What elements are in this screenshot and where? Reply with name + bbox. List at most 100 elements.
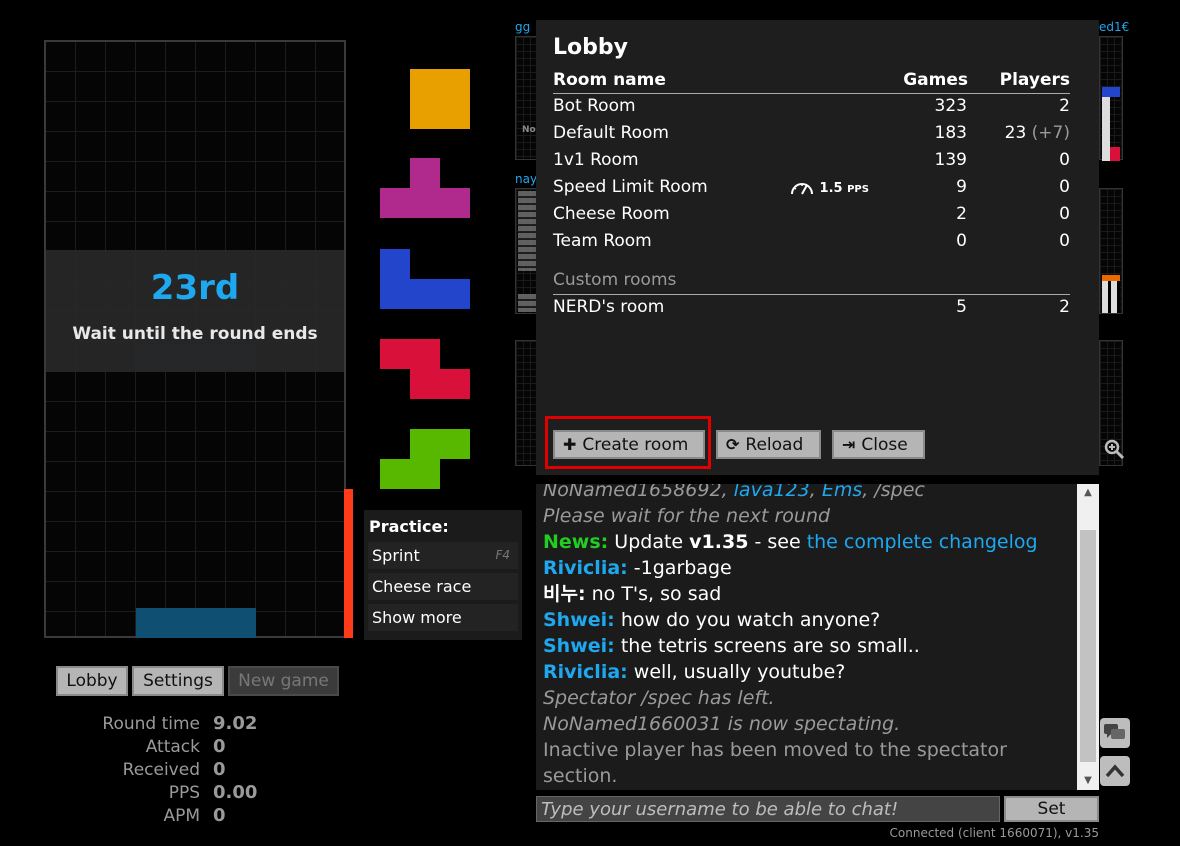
room-games: 139 xyxy=(934,150,967,170)
exit-icon: ⇥ xyxy=(842,435,856,454)
next-queue xyxy=(380,68,472,492)
lobby-dialog: Lobby Room name Games Players Bot Room 3… xyxy=(536,20,1099,475)
spectator-label: No xyxy=(522,125,536,135)
chat-line: Spectator /spec has left. xyxy=(543,687,775,709)
practice-item-label: Cheese race xyxy=(372,577,472,596)
column-games: Games xyxy=(903,70,968,90)
room-games: 2 xyxy=(956,204,967,224)
room-row[interactable]: Cheese Room 2 0 xyxy=(553,204,1070,231)
reload-label: Reload xyxy=(745,435,804,455)
header-divider xyxy=(553,93,1070,94)
scroll-down-arrow[interactable]: ▼ xyxy=(1077,772,1099,790)
chat-author[interactable]: Shwei xyxy=(543,609,607,631)
shortcut-key: F4 xyxy=(495,548,510,562)
wait-message: Wait until the round ends xyxy=(72,324,318,344)
lobby-title: Lobby xyxy=(553,35,628,60)
chat-bubble-icon[interactable] xyxy=(1100,718,1130,748)
settings-button[interactable]: Settings xyxy=(132,666,224,696)
reload-button[interactable]: ⟳ Reload xyxy=(716,430,821,459)
scroll-thumb[interactable] xyxy=(1080,530,1096,762)
room-name: Bot Room xyxy=(553,96,636,116)
chat-line: Please wait for the next round xyxy=(543,505,831,527)
connection-status: Connected (client 1660071), v1.35 xyxy=(889,826,1099,840)
stat-value: 0 xyxy=(213,736,226,757)
zoom-icon[interactable] xyxy=(1103,438,1125,465)
room-players: 0 xyxy=(1059,231,1070,251)
chat-author[interactable]: Shwei xyxy=(543,635,607,657)
player-link[interactable]: Ems xyxy=(822,484,862,501)
room-games: 9 xyxy=(956,177,967,197)
chat-lines: NoNamed1658692, lava123, Ems, /spec Plea… xyxy=(543,484,1073,789)
practice-item-label: Sprint xyxy=(372,546,420,565)
practice-show-more[interactable]: Show more xyxy=(368,604,518,631)
room-name: NERD's room xyxy=(553,297,665,317)
room-players: 0 xyxy=(1059,150,1070,170)
stat-label: PPS xyxy=(168,783,200,803)
chat-author: News xyxy=(543,531,601,553)
room-row[interactable]: Speed Limit Room 1.5 PPS 9 0 xyxy=(553,177,1070,204)
room-row[interactable]: 1v1 Room 139 0 xyxy=(553,150,1070,177)
column-players: Players xyxy=(999,70,1070,90)
spectator-board[interactable] xyxy=(1099,188,1123,314)
practice-item-label: Show more xyxy=(372,608,462,627)
room-row[interactable]: Default Room 183 23 (+7) xyxy=(553,123,1070,150)
active-piece xyxy=(136,608,256,638)
chat-input[interactable] xyxy=(536,796,1000,822)
stat-value: 0 xyxy=(213,805,226,826)
chat-author[interactable]: Riviclia xyxy=(543,557,620,579)
stat-label: APM xyxy=(163,806,200,826)
garbage-meter xyxy=(344,489,353,638)
practice-cheese-race[interactable]: Cheese race xyxy=(368,573,518,600)
chat-line: Shwei: the tetris screens are so small.. xyxy=(543,635,920,657)
create-room-label: Create room xyxy=(582,435,689,455)
new-game-button[interactable]: New game xyxy=(228,666,339,696)
changelog-link[interactable]: the complete changelog xyxy=(807,531,1038,553)
room-players: 0 xyxy=(1059,204,1070,224)
spectator-board[interactable] xyxy=(1099,36,1123,161)
room-games: 183 xyxy=(934,123,967,143)
room-games: 5 xyxy=(956,297,967,317)
custom-room-row[interactable]: NERD's room 5 2 xyxy=(553,297,1070,324)
spectator-name: ed1€ xyxy=(1099,20,1130,34)
room-name: Speed Limit Room xyxy=(553,177,708,197)
chat-scrollbar[interactable]: ▲ ▼ xyxy=(1077,484,1099,790)
garbage-stack xyxy=(1102,97,1110,161)
stat-label: Received xyxy=(122,760,200,780)
lobby-button[interactable]: Lobby xyxy=(56,666,128,696)
pps-limit: 1.5 PPS xyxy=(789,179,869,196)
stat-value: 0.00 xyxy=(213,782,258,803)
practice-title: Practice: xyxy=(369,517,449,536)
scroll-up-arrow[interactable]: ▲ xyxy=(1077,484,1099,502)
plus-icon: ✚ xyxy=(563,435,577,454)
placement-text: 23rd xyxy=(150,268,240,308)
set-username-button[interactable]: Set xyxy=(1004,796,1099,822)
chat-author[interactable]: Riviclia xyxy=(543,661,620,683)
chat-line: News: Update v1.35 - see the complete ch… xyxy=(543,531,1038,553)
spectator-name: gg xyxy=(515,20,531,34)
spectator-name: nay xyxy=(515,172,538,186)
custom-divider xyxy=(553,294,1070,295)
chevron-up-icon[interactable] xyxy=(1100,756,1130,786)
stat-label: Attack xyxy=(145,737,200,757)
player-link[interactable]: lava123 xyxy=(734,484,810,501)
players-count: 23 xyxy=(1004,123,1027,143)
round-result-overlay: 23rd Wait until the round ends xyxy=(46,250,344,372)
practice-panel: Practice: Sprint F4 Cheese race Show mor… xyxy=(364,510,522,640)
stat-value: 0 xyxy=(213,759,226,780)
room-row[interactable]: Team Room 0 0 xyxy=(553,231,1070,258)
room-name: Cheese Room xyxy=(553,204,670,224)
custom-rooms-label: Custom rooms xyxy=(553,270,677,290)
chat-author[interactable]: 비누 xyxy=(543,583,578,605)
column-room-name: Room name xyxy=(553,70,666,90)
garbage-stack xyxy=(1102,281,1120,313)
practice-sprint[interactable]: Sprint F4 xyxy=(368,542,518,569)
pps-unit: PPS xyxy=(847,184,869,195)
speedometer-icon xyxy=(791,183,813,195)
room-name: Default Room xyxy=(553,123,669,143)
room-players: 0 xyxy=(1059,177,1070,197)
garbage-stack xyxy=(518,191,536,271)
close-button[interactable]: ⇥ Close xyxy=(832,430,925,459)
room-games: 323 xyxy=(934,96,967,116)
create-room-button[interactable]: ✚ Create room xyxy=(553,430,705,459)
room-row[interactable]: Bot Room 323 2 xyxy=(553,96,1070,123)
